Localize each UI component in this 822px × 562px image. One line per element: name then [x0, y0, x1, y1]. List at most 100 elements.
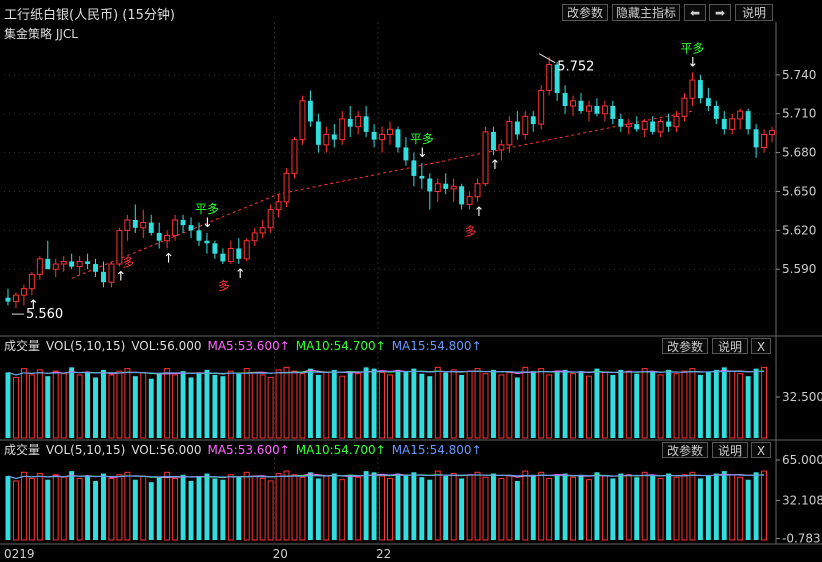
volume-bar-down	[514, 480, 520, 540]
volume-bar-up	[625, 474, 632, 541]
volume-bar-up	[243, 368, 250, 439]
vol2-change-params-button[interactable]: 改参数	[662, 442, 708, 458]
candle-body-up	[28, 273, 35, 290]
candle-body-up	[251, 232, 258, 242]
volume-bar-up	[586, 375, 592, 439]
volume-bar-up	[164, 471, 171, 541]
volume-bar-up	[60, 373, 67, 439]
volume-bar-up	[124, 368, 131, 439]
candle-body-down	[618, 118, 624, 127]
volume-bar-down	[188, 377, 194, 438]
volume-bar-down	[562, 369, 568, 438]
candle-body-up	[482, 131, 489, 185]
volume-bar-down	[713, 369, 719, 438]
candle-body-up	[673, 115, 680, 128]
volume-bar-down	[578, 371, 584, 438]
candle-body-down	[156, 232, 162, 241]
x-axis-label: 0219	[4, 547, 35, 561]
candle-body-down	[594, 105, 600, 114]
candle-body-up	[259, 227, 266, 234]
candle-body-up	[434, 183, 441, 192]
volume-bar-up	[227, 474, 234, 541]
help-button[interactable]: 说明	[735, 4, 773, 21]
volume-bar-down	[666, 473, 672, 540]
volume-bar-up	[466, 474, 473, 541]
next-arrow-button[interactable]: ➡	[709, 4, 731, 21]
candle-body-down	[315, 121, 321, 145]
volume-bar-up	[52, 474, 59, 541]
buy-arrow-icon: ↑	[474, 205, 485, 220]
prev-arrow-button[interactable]: ⬅	[684, 4, 706, 21]
signal-long-label: 多	[465, 225, 477, 239]
chart-canvas[interactable]: 5.7405.7105.6805.6505.6205.5905.7525.560…	[0, 0, 822, 562]
window-title: 工行纸白银(人民币) (15分钟)	[4, 8, 175, 23]
vol1-help-button[interactable]: 说明	[712, 338, 748, 354]
ma15-value: MA15:54.800↑	[391, 339, 482, 353]
volume-bar-up	[522, 470, 529, 541]
candle-body-down	[514, 121, 520, 135]
candle-body-up	[283, 172, 290, 203]
volume-bar-up	[227, 370, 234, 439]
volume-bar-up	[243, 471, 250, 541]
candle-body-down	[69, 261, 75, 267]
vol1-close-button[interactable]: X	[751, 338, 771, 354]
candle-body-down	[610, 105, 616, 119]
volume-bar-up	[275, 369, 282, 439]
candle-body-down	[634, 124, 640, 130]
vol-panel-name: 成交量	[4, 339, 41, 353]
candle-body-down	[753, 129, 759, 148]
candle-body-down	[427, 178, 433, 192]
candle-body-up	[681, 97, 688, 117]
candle-body-up	[570, 100, 577, 107]
volume-bar-up	[108, 374, 115, 439]
volume-bar-down	[156, 373, 162, 438]
volume-bar-up	[259, 477, 266, 541]
ma15-value: MA15:54.800↑	[391, 443, 482, 457]
volume-bar-down	[93, 377, 98, 438]
volume-bar-up	[586, 479, 592, 541]
candle-body-down	[666, 121, 672, 127]
vol2-close-button[interactable]: X	[751, 442, 771, 458]
candle-body-up	[506, 121, 513, 146]
candle-body-up	[164, 235, 171, 242]
hide-main-indicator-button[interactable]: 隐藏主指标	[612, 4, 680, 21]
vol-value: VOL:56.000	[131, 339, 202, 353]
volume-bar-down	[753, 472, 759, 540]
change-params-button[interactable]: 改参数	[562, 4, 608, 21]
ma5-value: MA5:53.600↑	[207, 443, 290, 457]
volume-bar-down	[85, 476, 91, 540]
volume-bar-up	[601, 475, 608, 541]
candle-body-up	[379, 133, 386, 141]
volume-bar-down	[236, 373, 242, 438]
candle-body-down	[93, 264, 98, 272]
candle-body-up	[641, 121, 648, 130]
volume-bar-down	[705, 476, 711, 540]
volume-bar-down	[236, 477, 242, 540]
volume-bar-down	[220, 376, 226, 438]
volume-bar-down	[220, 479, 226, 540]
volume-bar-down	[490, 473, 496, 540]
volume-bar-up	[60, 476, 67, 541]
volume-bar-down	[69, 471, 75, 540]
candle-body-up	[466, 196, 473, 205]
volume-bar-down	[610, 478, 616, 540]
candle-body-down	[713, 105, 719, 119]
volume-bar-up	[474, 471, 481, 541]
volume-bar-up	[339, 479, 346, 541]
candle-body-up	[36, 258, 43, 275]
volume-bar-down	[156, 477, 162, 540]
volume-bar-up	[251, 371, 258, 439]
volume-bar-down	[562, 473, 568, 540]
volume-bar-down	[132, 479, 138, 540]
volume-bar-down	[5, 476, 11, 540]
vol2-help-button[interactable]: 说明	[712, 442, 748, 458]
volume-bar-up	[482, 373, 489, 439]
vol1-change-params-button[interactable]: 改参数	[662, 338, 708, 354]
volume-bar-up	[52, 370, 59, 439]
volume-bar-up	[76, 477, 83, 541]
volume-bar-down	[148, 482, 154, 540]
volume-bar-down	[204, 473, 210, 540]
candle-body-down	[578, 100, 584, 112]
candle-body-down	[5, 297, 11, 302]
volume-bar-up	[761, 470, 768, 541]
